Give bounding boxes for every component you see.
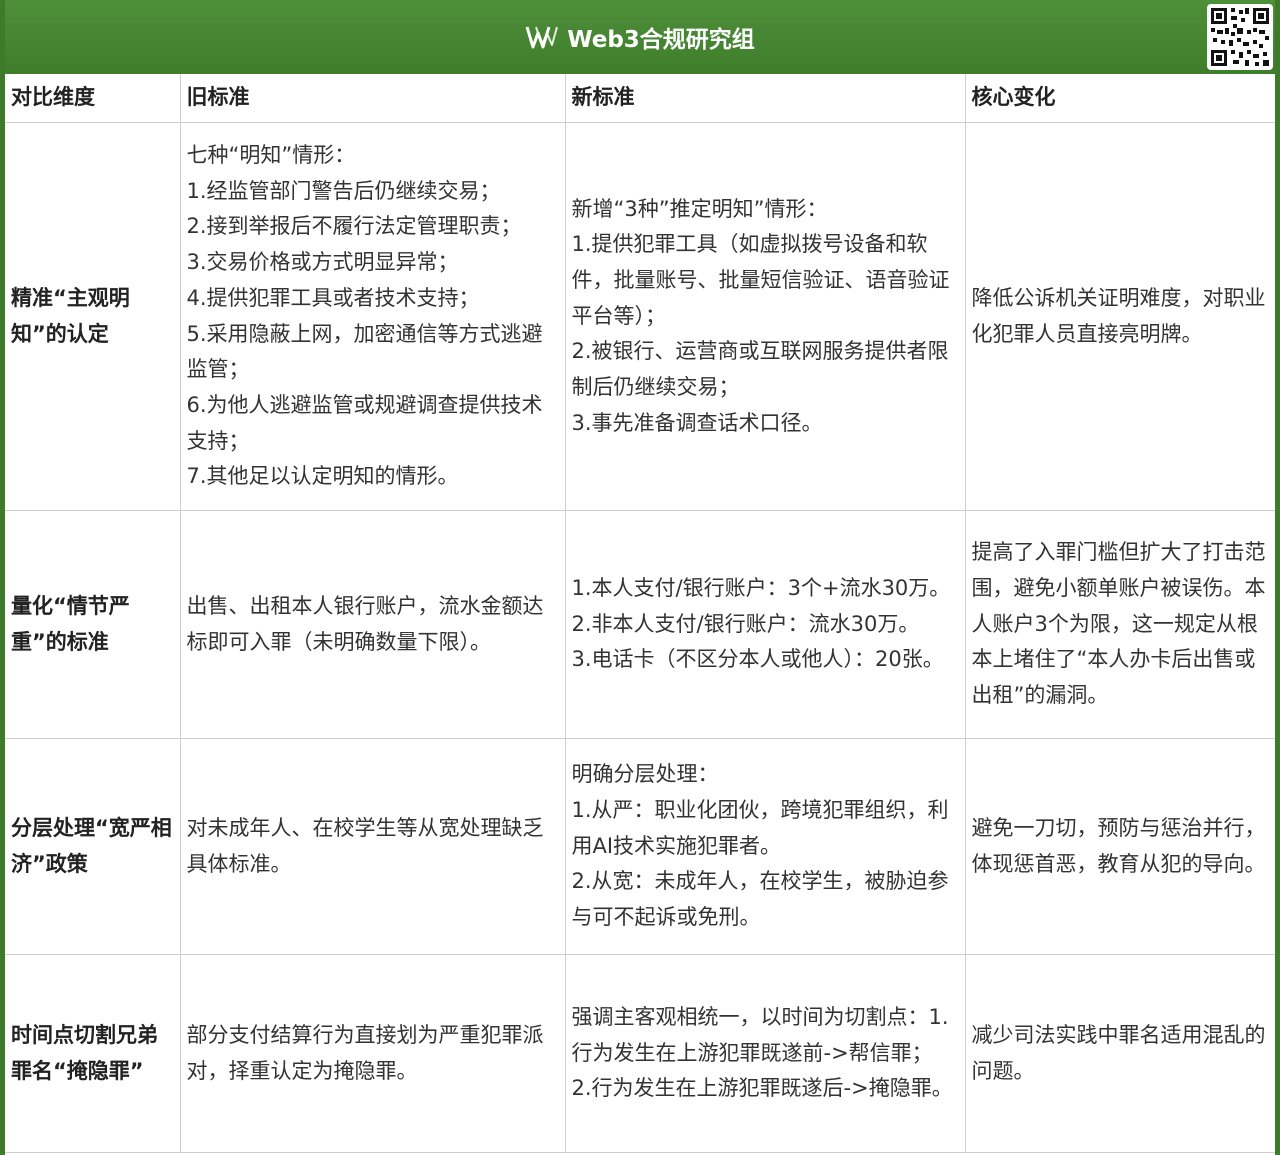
core-change-cell: 提高了入罪门槛但扩大了打击范围，避免小额单账户被误伤。本人账户3个为限，这一规定… <box>964 510 1275 739</box>
dimension-cell: 量化“情节严重”的标准 <box>5 510 181 739</box>
core-change-cell: 减少司法实践中罪名适用混乱的问题。 <box>964 954 1275 1153</box>
dimension-cell: 分层处理“宽严相济”政策 <box>5 738 181 955</box>
comparison-table: 对比维度 旧标准 新标准 核心变化 精准“主观明知”的认定 七种“明知”情形： … <box>5 74 1275 1153</box>
core-change-cell: 避免一刀切，预防与惩治并行，体现惩首恶，教育从犯的导向。 <box>964 738 1275 955</box>
old-standard-cell: 出售、出租本人银行账户，流水金额达标即可入罪（未明确数量下限）。 <box>179 510 566 739</box>
w-logo-icon <box>525 26 559 49</box>
qr-code-icon <box>1207 4 1273 70</box>
table-row: 量化“情节严重”的标准 出售、出租本人银行账户，流水金额达标即可入罪（未明确数量… <box>5 510 1275 739</box>
header-banner: Web3合规研究组 <box>5 0 1275 74</box>
page: Web3合规研究组 对比维度 旧标准 新标准 核心变化 精准“主观明知”的认定 … <box>0 0 1280 1155</box>
table-row: 时间点切割兄弟罪名“掩隐罪” 部分支付结算行为直接划为严重犯罪派对，择重认定为掩… <box>5 954 1275 1153</box>
table-header-row: 对比维度 旧标准 新标准 核心变化 <box>5 74 1275 123</box>
column-header: 对比维度 <box>5 74 181 123</box>
header-title: Web3合规研究组 <box>567 27 755 53</box>
dimension-cell: 精准“主观明知”的认定 <box>5 122 181 511</box>
new-standard-cell: 强调主客观相统一，以时间为切割点：1.行为发生在上游犯罪既遂前->帮信罪； 2.… <box>564 954 966 1153</box>
table-row: 分层处理“宽严相济”政策 对未成年人、在校学生等从宽处理缺乏具体标准。 明确分层… <box>5 738 1275 955</box>
dimension-cell: 时间点切割兄弟罪名“掩隐罪” <box>5 954 181 1153</box>
column-header: 核心变化 <box>964 74 1275 123</box>
new-standard-cell: 1.本人支付/银行账户：3个+流水30万。 2.非本人支付/银行账户：流水30万… <box>564 510 966 739</box>
new-standard-cell: 明确分层处理： 1.从严：职业化团伙，跨境犯罪组织，利用AI技术实施犯罪者。 2… <box>564 738 966 955</box>
old-standard-cell: 七种“明知”情形： 1.经监管部门警告后仍继续交易； 2.接到举报后不履行法定管… <box>179 122 566 511</box>
table-row: 精准“主观明知”的认定 七种“明知”情形： 1.经监管部门警告后仍继续交易； 2… <box>5 122 1275 511</box>
column-header: 新标准 <box>564 74 966 123</box>
column-header: 旧标准 <box>179 74 566 123</box>
new-standard-cell: 新增“3种”推定明知”情形： 1.提供犯罪工具（如虚拟拨号设备和软件，批量账号、… <box>564 122 966 511</box>
header-title-group: Web3合规研究组 <box>5 0 1275 74</box>
core-change-cell: 降低公诉机关证明难度，对职业化犯罪人员直接亮明牌。 <box>964 122 1275 511</box>
old-standard-cell: 部分支付结算行为直接划为严重犯罪派对，择重认定为掩隐罪。 <box>179 954 566 1153</box>
old-standard-cell: 对未成年人、在校学生等从宽处理缺乏具体标准。 <box>179 738 566 955</box>
